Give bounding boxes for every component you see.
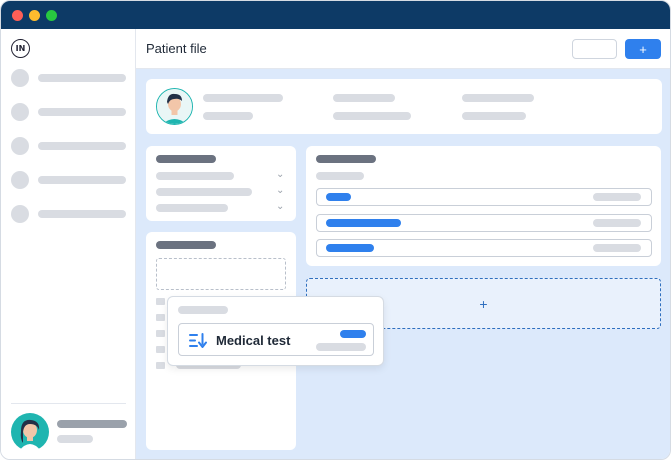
- record-row[interactable]: [316, 188, 652, 206]
- card-title-placeholder: [156, 155, 216, 163]
- accordion-item-placeholder: [156, 204, 228, 212]
- minimize-window-button[interactable]: [29, 10, 40, 21]
- list-item-bullet: [156, 314, 165, 321]
- sidebar-divider: [11, 403, 126, 404]
- empty-drop-slot[interactable]: [156, 258, 286, 290]
- sidebar-item-5[interactable]: [11, 205, 127, 223]
- nav-placeholder-icon: [11, 103, 29, 121]
- secondary-action-button[interactable]: [572, 39, 617, 59]
- record-value-placeholder: [593, 193, 641, 201]
- patient-field-placeholder: [462, 112, 526, 120]
- close-window-button[interactable]: [12, 10, 23, 21]
- card-title-placeholder: [156, 241, 216, 249]
- title-bar: [1, 1, 670, 29]
- patient-field-placeholder: [333, 112, 411, 120]
- record-label-placeholder: [326, 193, 351, 201]
- patient-field-placeholder: [333, 94, 395, 102]
- card-subtitle-placeholder: [316, 172, 364, 180]
- main-content: ⌄ ⌄ ⌄ +: [136, 69, 670, 459]
- dragged-card[interactable]: Medical test: [167, 296, 384, 366]
- nav-placeholder-label: [38, 108, 126, 116]
- card-title-placeholder: [316, 155, 376, 163]
- app-logo-icon[interactable]: IN: [11, 39, 30, 58]
- list-item-bullet: [156, 298, 165, 305]
- chevron-down-icon[interactable]: ⌄: [276, 201, 284, 212]
- app-window: IN Patient file + ⌄ ⌄ ⌄ + Medical test: [0, 0, 671, 460]
- user-name-placeholder: [57, 420, 127, 428]
- item-value-placeholder: [316, 343, 366, 351]
- nav-placeholder-icon: [11, 69, 29, 87]
- nav-placeholder-label: [38, 142, 126, 150]
- accordion-item-placeholder: [156, 188, 252, 196]
- sort-descending-icon: [189, 333, 207, 348]
- sidebar-item-1[interactable]: [11, 69, 127, 87]
- user-role-placeholder: [57, 435, 93, 443]
- maximize-window-button[interactable]: [46, 10, 57, 21]
- user-avatar-icon[interactable]: [11, 413, 49, 451]
- page-title: Patient file: [146, 41, 207, 56]
- patient-summary-card: [146, 79, 662, 134]
- nav-placeholder-icon: [11, 137, 29, 155]
- sidebar-item-2[interactable]: [11, 103, 127, 121]
- list-item-bullet: [156, 346, 165, 353]
- nav-placeholder-icon: [11, 205, 29, 223]
- list-item-bullet: [156, 330, 165, 337]
- medical-test-label: Medical test: [216, 333, 291, 348]
- patient-field-placeholder: [462, 94, 534, 102]
- medical-test-item[interactable]: Medical test: [178, 323, 374, 356]
- card-title-placeholder: [178, 306, 228, 314]
- list-item-bullet: [156, 362, 165, 369]
- record-value-placeholder: [593, 244, 641, 252]
- patient-avatar-icon: [156, 88, 193, 125]
- record-label-placeholder: [326, 219, 401, 227]
- records-card: [306, 146, 661, 266]
- patient-name-placeholder: [203, 94, 283, 102]
- sidebar-item-4[interactable]: [11, 171, 127, 189]
- chevron-down-icon[interactable]: ⌄: [276, 185, 284, 196]
- add-button[interactable]: +: [625, 39, 661, 59]
- chevron-down-icon[interactable]: ⌄: [276, 169, 284, 180]
- record-value-placeholder: [593, 219, 641, 227]
- sidebar-item-3[interactable]: [11, 137, 127, 155]
- record-row[interactable]: [316, 214, 652, 232]
- patient-detail-placeholder: [203, 112, 253, 120]
- item-badge-placeholder: [340, 330, 366, 338]
- accordion-item-placeholder: [156, 172, 234, 180]
- nav-placeholder-icon: [11, 171, 29, 189]
- accordion-card: ⌄ ⌄ ⌄: [146, 146, 296, 221]
- nav-placeholder-label: [38, 74, 126, 82]
- page-header: Patient file +: [136, 29, 670, 69]
- nav-placeholder-label: [38, 176, 126, 184]
- record-row[interactable]: [316, 239, 652, 257]
- record-label-placeholder: [326, 244, 374, 252]
- nav-placeholder-label: [38, 210, 126, 218]
- sidebar: IN: [1, 29, 136, 459]
